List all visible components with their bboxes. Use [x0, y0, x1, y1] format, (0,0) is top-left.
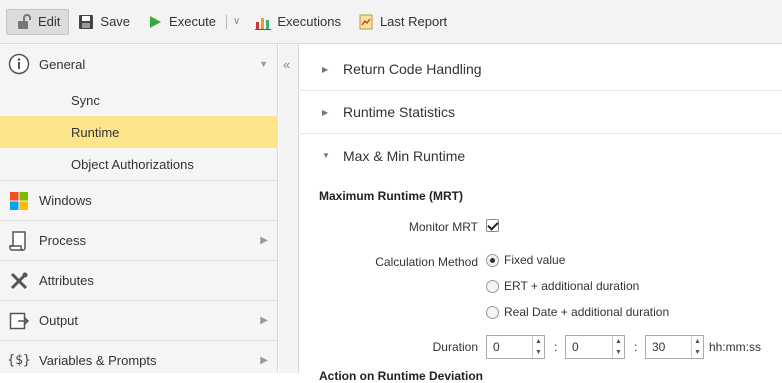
calculation-method-label: Calculation Method	[375, 255, 478, 269]
execute-button[interactable]: Execute	[138, 9, 224, 35]
radio-label: Real Date + additional duration	[504, 305, 670, 319]
chevron-down-icon: ▼	[259, 59, 268, 69]
duration-unit: hh:mm:ss	[709, 340, 762, 354]
radio-real-date-additional[interactable]: Real Date + additional duration	[486, 305, 669, 319]
sidebar-item-windows[interactable]: Windows	[0, 180, 278, 220]
sidebar-subitem-sync[interactable]: Sync	[0, 84, 278, 116]
radio-selected-icon	[486, 253, 499, 267]
edit-button[interactable]: Edit	[6, 8, 70, 35]
sidebar-item-label: Variables & Prompts	[39, 353, 157, 368]
mrt-heading: Maximum Runtime (MRT)	[319, 189, 463, 203]
sidebar-subitem-label: Runtime	[71, 124, 120, 140]
radio-unselected-icon	[486, 305, 499, 319]
chevron-right-icon: ▶	[260, 355, 268, 366]
execute-label: Execute	[169, 14, 217, 29]
sidebar-collapse-handle[interactable]: «	[279, 44, 299, 373]
last-report-label: Last Report	[379, 14, 448, 29]
spin-down-icon[interactable]: ▼	[613, 347, 624, 358]
double-chevron-left-icon: «	[283, 57, 291, 72]
floppy-disk-icon	[77, 13, 95, 31]
output-icon	[8, 310, 30, 332]
radio-ert-additional[interactable]: ERT + additional duration	[486, 279, 639, 293]
sidebar-subitem-runtime[interactable]: Runtime	[0, 116, 278, 148]
spin-up-icon[interactable]: ▲	[613, 336, 624, 347]
spin-down-icon[interactable]: ▼	[692, 347, 703, 358]
toolbar: Edit Save Execute ∨ Executions Last Repo…	[0, 0, 782, 44]
hours-spinner[interactable]: 0 ▲ ▼	[486, 335, 545, 359]
caret-down-icon: ▼	[322, 151, 330, 160]
seconds-value: 30	[652, 340, 666, 354]
sidebar-item-process[interactable]: Process ▶	[0, 220, 278, 260]
monitor-mrt-checkbox[interactable]	[486, 219, 499, 232]
bar-chart-icon	[254, 13, 272, 31]
spin-up-icon[interactable]: ▲	[533, 336, 544, 347]
info-icon	[8, 53, 30, 75]
section-title: Return Code Handling	[343, 61, 482, 77]
sidebar-item-label: Windows	[39, 193, 92, 208]
variable-dollar-icon: {$}	[7, 353, 31, 368]
sidebar-item-label: Output	[39, 313, 79, 328]
executions-button[interactable]: Executions	[246, 9, 349, 35]
section-title: Max & Min Runtime	[343, 147, 466, 164]
sidebar-item-label: General	[39, 56, 86, 72]
toolbar-separator	[226, 14, 228, 29]
sidebar-item-output[interactable]: Output ▶	[0, 300, 278, 340]
edit-label: Edit	[38, 14, 61, 29]
executions-label: Executions	[277, 14, 341, 29]
radio-fixed-value[interactable]: Fixed value	[486, 253, 565, 267]
radio-unselected-icon	[486, 279, 499, 293]
duration-label: Duration	[432, 340, 478, 354]
radio-label: Fixed value	[504, 253, 566, 267]
section-max-min-runtime[interactable]: ▼ Max & Min Runtime	[300, 134, 782, 177]
section-runtime-statistics[interactable]: ▶ Runtime Statistics	[300, 91, 782, 134]
time-separator: :	[554, 340, 558, 354]
spin-up-icon[interactable]: ▲	[692, 336, 703, 347]
save-label: Save	[100, 14, 131, 29]
script-icon	[8, 230, 30, 252]
caret-right-icon: ▶	[322, 107, 329, 117]
monitor-mrt-label: Monitor MRT	[408, 220, 478, 234]
save-button[interactable]: Save	[69, 9, 138, 35]
chevron-right-icon: ▶	[260, 315, 268, 326]
execute-dropdown-chevron-icon[interactable]: ∨	[229, 16, 246, 27]
time-separator: :	[634, 340, 638, 354]
section-title: Runtime Statistics	[343, 104, 456, 120]
sidebar-item-general[interactable]: General ▼	[0, 44, 278, 84]
next-section-heading: Action on Runtime Deviation	[319, 369, 484, 383]
caret-right-icon: ▶	[322, 64, 329, 74]
sidebar-subitem-label: Object Authorizations	[71, 156, 194, 172]
sidebar-item-label: Attributes	[39, 273, 94, 288]
minutes-spinner[interactable]: 0 ▲ ▼	[565, 335, 625, 359]
radio-label: ERT + additional duration	[504, 279, 640, 293]
section-return-code-handling[interactable]: ▶ Return Code Handling	[300, 48, 782, 91]
seconds-spinner[interactable]: 30 ▲ ▼	[645, 335, 704, 359]
spin-down-icon[interactable]: ▼	[533, 347, 544, 358]
windows-icon	[8, 190, 30, 212]
lock-open-icon	[15, 13, 33, 31]
sidebar-item-label: Process	[39, 233, 86, 248]
last-report-button[interactable]: Last Report	[349, 9, 455, 35]
tools-icon	[8, 270, 30, 292]
sidebar: General ▼ Sync Runtime Object Authorizat…	[0, 44, 278, 373]
sidebar-item-variables-prompts[interactable]: {$} Variables & Prompts ▶	[0, 340, 278, 380]
main-panel: ▶ Return Code Handling ▶ Runtime Statist…	[300, 44, 782, 383]
sidebar-item-attributes[interactable]: Attributes	[0, 260, 278, 300]
report-icon	[357, 13, 375, 31]
chevron-right-icon: ▶	[260, 235, 268, 246]
hours-value: 0	[493, 340, 500, 354]
play-icon	[146, 13, 164, 31]
sidebar-subitem-object-authorizations[interactable]: Object Authorizations	[0, 148, 278, 180]
minutes-value: 0	[572, 340, 579, 354]
sidebar-subitem-label: Sync	[71, 92, 100, 108]
